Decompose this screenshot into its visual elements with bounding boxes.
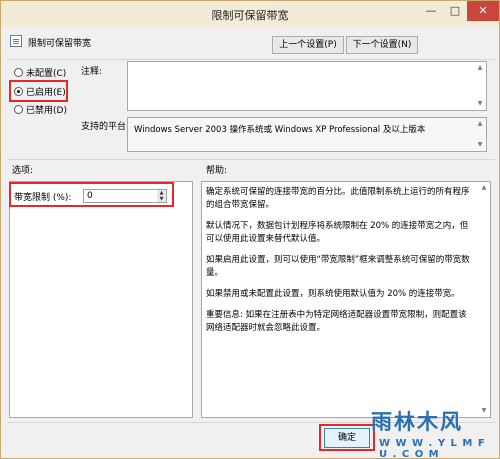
watermark-logo: 雨林木风 W W W . Y L M F U . C O M <box>361 406 497 458</box>
options-pane <box>9 181 193 418</box>
scroll-down-arrow-icon[interactable]: ▼ <box>476 141 484 149</box>
minimize-button[interactable]: — <box>419 1 443 21</box>
previous-setting-button[interactable]: 上一个设置(P) <box>272 36 344 54</box>
policy-icon <box>10 35 22 47</box>
policy-dialog: 限制可保留带宽 — □ ✕ 限制可保留带宽 上一个设置(P) 下一个设置(N) … <box>0 0 500 459</box>
title-bar: 限制可保留带宽 — □ ✕ <box>1 1 499 27</box>
highlight-box-bandwidth <box>9 182 174 207</box>
help-paragraph: 如果启用此设置，则可以使用“带宽限制”框来调整系统可保留的带宽数量。 <box>206 255 470 278</box>
help-paragraph: 默认情况下，数据包计划程序将系统限制在 20% 的连接带宽之内，但可以使用此设置… <box>206 221 469 244</box>
radio-not-configured[interactable]: 未配置(C) <box>14 65 66 79</box>
scroll-up-arrow-icon[interactable]: ▲ <box>476 120 484 128</box>
separator <box>7 159 495 160</box>
next-setting-button[interactable]: 下一个设置(N) <box>346 36 418 54</box>
help-pane: 确定系统可保留的连接带宽的百分比。此值限制系统上运行的所有程序的组合带宽保留。 … <box>201 181 491 418</box>
comment-label: 注释: <box>81 67 103 77</box>
separator <box>7 59 495 60</box>
radio-label: 未配置(C) <box>26 68 67 79</box>
help-paragraph: 如果禁用或未配置此设置，则系统使用默认值为 20% 的连接带宽。 <box>206 289 460 299</box>
scroll-down-arrow-icon[interactable]: ▼ <box>476 100 484 108</box>
close-button[interactable]: ✕ <box>467 1 499 21</box>
watermark-url: W W W . Y L M F U . C O M <box>379 438 486 459</box>
platform-value: Windows Server 2003 操作系统或 Windows XP Pro… <box>134 125 426 135</box>
comment-field[interactable]: ▲ ▼ <box>127 61 487 111</box>
radio-circle <box>14 104 23 114</box>
help-paragraph: 重要信息: 如果在注册表中为特定网络适配器设置带宽限制，则配置该网络适配器时就会… <box>206 310 467 333</box>
highlight-box-enabled <box>9 80 68 102</box>
scroll-up-arrow-icon[interactable]: ▲ <box>476 64 484 72</box>
policy-name: 限制可保留带宽 <box>28 39 92 49</box>
platform-field: Windows Server 2003 操作系统或 Windows XP Pro… <box>127 117 487 152</box>
options-label: 选项: <box>12 166 34 176</box>
platform-label: 支持的平台: <box>81 122 130 132</box>
watermark-brand: 雨林木风 <box>371 409 463 434</box>
help-text: 确定系统可保留的连接带宽的百分比。此值限制系统上运行的所有程序的组合带宽保留。 … <box>206 186 472 343</box>
radio-circle <box>14 67 23 77</box>
help-paragraph: 确定系统可保留的连接带宽的百分比。此值限制系统上运行的所有程序的组合带宽保留。 <box>206 187 470 210</box>
scroll-up-arrow-icon[interactable]: ▲ <box>480 184 488 192</box>
maximize-button[interactable]: □ <box>443 1 467 21</box>
radio-disabled[interactable]: 已禁用(D) <box>14 102 67 116</box>
radio-label: 已禁用(D) <box>26 105 67 116</box>
help-label: 帮助: <box>206 166 228 176</box>
